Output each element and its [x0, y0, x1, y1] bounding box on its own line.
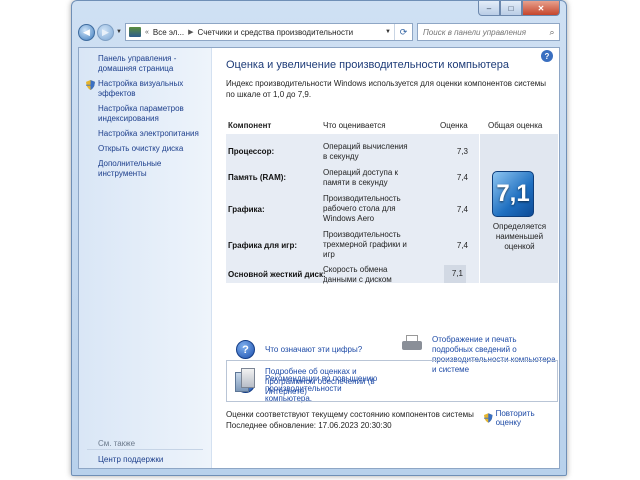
breadcrumb-performance[interactable]: Счетчики и средства производительности: [198, 28, 354, 37]
sidebar-divider: [87, 449, 203, 450]
shield-icon: [86, 80, 95, 90]
search-icon[interactable]: ⌕: [545, 27, 559, 38]
header-component: Компонент: [228, 121, 272, 130]
what-numbers-link[interactable]: Что означают эти цифры?: [265, 345, 362, 355]
sidebar: Панель управления - домашняя страница На…: [79, 48, 212, 468]
control-panel-window: – □ ✕ ◀ ▶ ▼ « Все эл... ▶ Счетчики и сре…: [71, 0, 567, 476]
recent-pages-dropdown[interactable]: ▼: [116, 29, 122, 35]
forward-button[interactable]: ▶: [97, 23, 114, 41]
row-score: 7,4: [456, 173, 468, 182]
rerun-assessment-link[interactable]: Повторить оценку: [484, 409, 559, 427]
address-dropdown-icon[interactable]: ▼: [382, 29, 394, 35]
arrow-left-icon: ◀: [83, 26, 90, 37]
sidebar-item-indexing[interactable]: Настройка параметров индексирования: [79, 104, 211, 124]
row-score: 7,4: [456, 241, 468, 250]
caption-buttons: – □ ✕: [478, 1, 560, 16]
sidebar-item-visual-effects[interactable]: Настройка визуальных эффектов: [79, 79, 211, 99]
what-numbers-link-row[interactable]: ? Что означают эти цифры?: [236, 340, 362, 359]
sidebar-item-advanced-tools[interactable]: Дополнительные инструменты: [79, 159, 211, 179]
arrow-right-icon: ▶: [102, 26, 109, 37]
minimize-button[interactable]: –: [478, 1, 500, 16]
base-score-badge: 7,1: [492, 171, 534, 217]
shield-icon: [484, 413, 493, 423]
sidebar-item-label: Настройка визуальных эффектов: [98, 79, 184, 98]
sidebar-item-power[interactable]: Настройка электропитания: [79, 129, 211, 139]
control-panel-icon: [128, 27, 141, 37]
sidebar-item-action-center[interactable]: Центр поддержки: [98, 455, 163, 464]
close-button[interactable]: ✕: [522, 1, 560, 16]
overall-caption: Определяется наименьшей оценкой: [492, 222, 547, 251]
breadcrumb-all-items[interactable]: Все эл...: [153, 28, 184, 37]
sidebar-home-link[interactable]: Панель управления - домашняя страница: [79, 54, 211, 74]
main-content: Оценка и увеличение производительности к…: [226, 48, 559, 468]
search-box[interactable]: ⌕: [417, 23, 560, 41]
row-score: 7,3: [456, 147, 468, 156]
row-component: Графика для игр:: [228, 241, 298, 250]
intro-text: Индекс производительности Windows исполь…: [226, 79, 546, 99]
sidebar-item-disk-cleanup[interactable]: Открыть очистку диска: [79, 144, 211, 154]
chevron-down-icon: ▼: [116, 29, 122, 35]
navigation-bar: ◀ ▶ ▼ « Все эл... ▶ Счетчики и средства …: [78, 21, 560, 43]
row-what: Операций доступа к памяти в секунду: [323, 168, 399, 187]
see-also-heading: См. также: [98, 439, 136, 448]
row-what: Операций вычисления в секунду: [323, 142, 408, 161]
row-what: Производительность трехмерной графики и …: [323, 230, 407, 259]
last-update-text: Последнее обновление: 17.06.2023 20:30:3…: [226, 421, 392, 430]
header-what: Что оценивается: [323, 121, 386, 130]
refresh-icon[interactable]: ⟳: [394, 24, 412, 40]
row-what: Скорость обмена данными с диском: [323, 265, 392, 284]
row-what: Производительность рабочего стола для Wi…: [323, 194, 401, 223]
more-info-link[interactable]: Подробнее об оценках и программном обесп…: [265, 367, 405, 397]
breadcrumb-overflow-icon[interactable]: «: [145, 29, 149, 36]
desktop: – □ ✕ ◀ ▶ ▼ « Все эл... ▶ Счетчики и сре…: [0, 0, 640, 480]
status-text: Оценки соответствуют текущему состоянию …: [226, 410, 474, 419]
more-info-box: Подробнее об оценках и программном обесп…: [226, 360, 558, 402]
printer-icon: [402, 335, 422, 353]
page-title: Оценка и увеличение производительности к…: [226, 59, 509, 71]
row-score: 7,4: [456, 205, 468, 214]
address-bar[interactable]: « Все эл... ▶ Счетчики и средства произв…: [124, 23, 413, 41]
row-score-lowest: 7,1: [444, 265, 466, 283]
software-box-icon: [235, 368, 255, 394]
row-component: Память (RAM):: [228, 173, 287, 182]
row-component: Процессор:: [228, 147, 275, 156]
back-button[interactable]: ◀: [78, 23, 95, 41]
overall-score-panel: 7,1 Определяется наименьшей оценкой: [479, 134, 558, 283]
client-area: Панель управления - домашняя страница На…: [78, 47, 560, 469]
maximize-button[interactable]: □: [500, 1, 522, 16]
header-overall: Общая оценка: [488, 121, 543, 130]
question-icon: ?: [236, 340, 255, 359]
search-input[interactable]: [423, 27, 545, 37]
row-component: Графика:: [228, 205, 265, 214]
rerun-assessment-label: Повторить оценку: [495, 409, 535, 427]
breadcrumb-separator-icon[interactable]: ▶: [188, 28, 193, 36]
header-score: Оценка: [440, 121, 468, 130]
row-component: Основной жесткий диск:: [228, 270, 326, 279]
